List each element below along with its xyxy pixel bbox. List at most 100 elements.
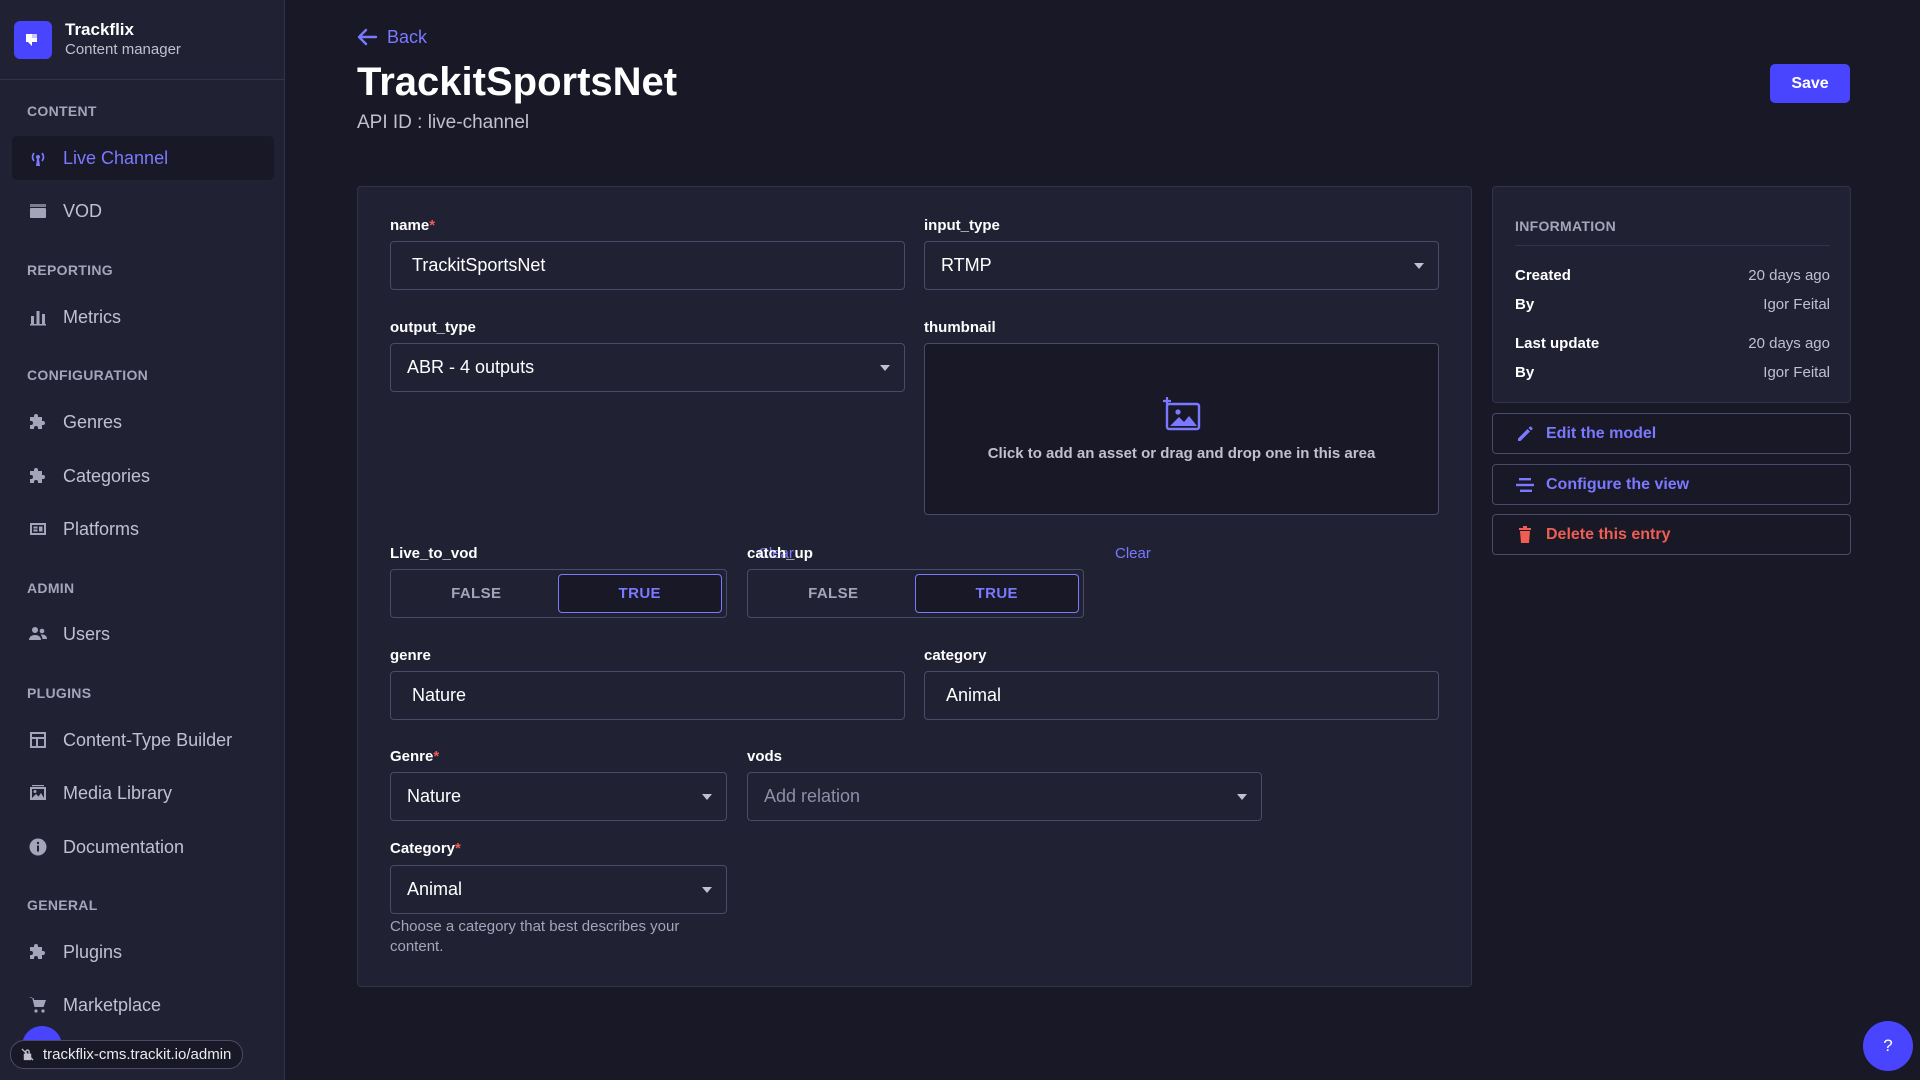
- sidebar-item-users[interactable]: Users: [12, 612, 274, 656]
- vods-label: vods: [747, 748, 783, 765]
- info-updated-row: Last update 20 days ago: [1515, 335, 1830, 352]
- sidebar-item-label: Live Channel: [63, 147, 169, 168]
- brand-title: Trackflix: [65, 19, 134, 39]
- thumbnail-instructions: Click to add an asset or drag and drop o…: [987, 444, 1376, 462]
- brand[interactable]: Trackflix Content manager: [0, 0, 284, 80]
- chevron-down-icon: [1414, 263, 1424, 269]
- catch-up-true-option[interactable]: TRUE: [914, 574, 1079, 613]
- help-button[interactable]: ?: [1863, 1021, 1913, 1071]
- created-value: 20 days ago: [1748, 267, 1830, 284]
- section-label-reporting: REPORTING: [27, 262, 113, 278]
- section-label-admin: ADMIN: [27, 580, 75, 596]
- by-label: By: [1515, 296, 1535, 313]
- back-label: Back: [387, 26, 428, 47]
- required-marker: *: [455, 840, 461, 857]
- save-button[interactable]: Save: [1770, 64, 1850, 103]
- updated-by-value: Igor Feital: [1763, 364, 1830, 381]
- genre-relation-value: Nature: [407, 786, 462, 806]
- category-relation-label: Category*: [390, 840, 461, 857]
- divider: [1515, 245, 1830, 246]
- sidebar-item-label: Marketplace: [63, 994, 162, 1015]
- last-update-label: Last update: [1515, 335, 1600, 352]
- sidebar-item-label: Platforms: [63, 518, 140, 539]
- puzzle-icon: [27, 465, 49, 487]
- genre-relation-label: Genre*: [390, 748, 439, 765]
- puzzle-icon: [27, 941, 49, 963]
- sidebar-item-platforms[interactable]: Platforms: [12, 507, 274, 551]
- catch-up-toggle: FALSE TRUE: [747, 569, 1084, 618]
- category-relation-select[interactable]: Animal: [390, 865, 727, 914]
- pencil-icon: [1518, 425, 1533, 441]
- output-type-select[interactable]: ABR - 4 outputs: [390, 343, 905, 392]
- add-image-icon: [1162, 396, 1200, 430]
- sidebar-item-media-library[interactable]: Media Library: [12, 771, 274, 815]
- section-label-general: GENERAL: [27, 897, 98, 913]
- sidebar: Trackflix Content manager CONTENT Live C…: [0, 0, 285, 1080]
- sidebar-item-label: Content-Type Builder: [63, 729, 233, 750]
- info-icon: [27, 836, 49, 858]
- section-label-content: CONTENT: [27, 103, 97, 119]
- edit-model-button[interactable]: Edit the model: [1492, 413, 1851, 454]
- section-label-plugins: PLUGINS: [27, 685, 92, 701]
- name-field[interactable]: TrackitSportsNet: [390, 241, 905, 290]
- output-type-value: ABR - 4 outputs: [407, 357, 535, 377]
- category-relation-value: Animal: [407, 879, 463, 899]
- genre-relation-label-text: Genre: [390, 748, 434, 765]
- sidebar-item-documentation[interactable]: Documentation: [12, 825, 274, 869]
- information-panel: INFORMATION Created 20 days ago By Igor …: [1492, 186, 1851, 403]
- vods-placeholder: Add relation: [764, 786, 861, 806]
- genre-field[interactable]: Nature: [390, 671, 905, 720]
- live-to-vod-true-option[interactable]: TRUE: [557, 574, 722, 613]
- layout-icon: [27, 729, 49, 751]
- category-label: category: [924, 647, 987, 664]
- chevron-down-icon: [880, 365, 890, 371]
- required-marker: *: [429, 217, 436, 234]
- input-type-select[interactable]: RTMP: [924, 241, 1439, 290]
- chevron-down-icon: [1237, 794, 1247, 800]
- back-link[interactable]: Back: [356, 26, 427, 48]
- catch-up-clear-link[interactable]: Clear: [1115, 545, 1151, 562]
- sidebar-item-categories[interactable]: Categories: [12, 454, 274, 498]
- sidebar-item-marketplace[interactable]: Marketplace: [12, 983, 274, 1027]
- catch-up-false-option[interactable]: FALSE: [752, 574, 915, 613]
- bar-chart-icon: [27, 306, 49, 328]
- thumbnail-label: thumbnail: [924, 319, 996, 336]
- vods-relation-select[interactable]: Add relation: [747, 772, 1262, 821]
- sidebar-item-vod[interactable]: VOD: [12, 189, 274, 233]
- configure-view-label: Configure the view: [1546, 475, 1690, 493]
- sidebar-item-content-type-builder[interactable]: Content-Type Builder: [12, 718, 274, 762]
- url-tooltip: trackflix-cms.trackit.io/admin: [10, 1040, 244, 1069]
- delete-entry-label: Delete this entry: [1546, 525, 1671, 543]
- sidebar-item-metrics[interactable]: Metrics: [12, 295, 274, 339]
- insecure-lock-icon: [21, 1048, 34, 1061]
- sidebar-item-plugins[interactable]: Plugins: [12, 930, 274, 974]
- configure-view-button[interactable]: Configure the view: [1492, 464, 1851, 505]
- sidebar-item-genres[interactable]: Genres: [12, 400, 274, 444]
- list-settings-icon: [1516, 477, 1534, 492]
- image-icon: [27, 782, 49, 804]
- sidebar-item-label: Media Library: [63, 782, 173, 803]
- edit-model-label: Edit the model: [1546, 424, 1657, 442]
- edit-form: name* TrackitSportsNet input_type RTMP o…: [357, 186, 1472, 987]
- sidebar-item-label: Metrics: [63, 306, 121, 327]
- name-label-text: name: [390, 217, 430, 234]
- chevron-down-icon: [702, 887, 712, 893]
- catch-up-label: catch_up: [747, 545, 813, 562]
- users-icon: [27, 623, 49, 645]
- delete-entry-button[interactable]: Delete this entry: [1492, 514, 1851, 555]
- api-id: API ID : live-channel: [357, 112, 530, 133]
- chevron-down-icon: [702, 794, 712, 800]
- genre-relation-select[interactable]: Nature: [390, 772, 727, 821]
- sidebar-item-live-channel[interactable]: Live Channel: [12, 136, 274, 180]
- brand-subtitle: Content manager: [65, 40, 181, 58]
- live-to-vod-false-option[interactable]: FALSE: [395, 574, 558, 613]
- main-content: Back TrackitSportsNet API ID : live-chan…: [286, 0, 1920, 1080]
- created-by-value: Igor Feital: [1763, 296, 1830, 313]
- thumbnail-dropzone[interactable]: Click to add an asset or drag and drop o…: [924, 343, 1439, 515]
- trackflix-logo-icon: [14, 20, 52, 59]
- category-field[interactable]: Animal: [924, 671, 1439, 720]
- clapperboard-icon: [27, 200, 49, 222]
- information-title: INFORMATION: [1515, 218, 1617, 234]
- info-created-by-row: By Igor Feital: [1515, 296, 1830, 313]
- info-updated-by-row: By Igor Feital: [1515, 364, 1830, 381]
